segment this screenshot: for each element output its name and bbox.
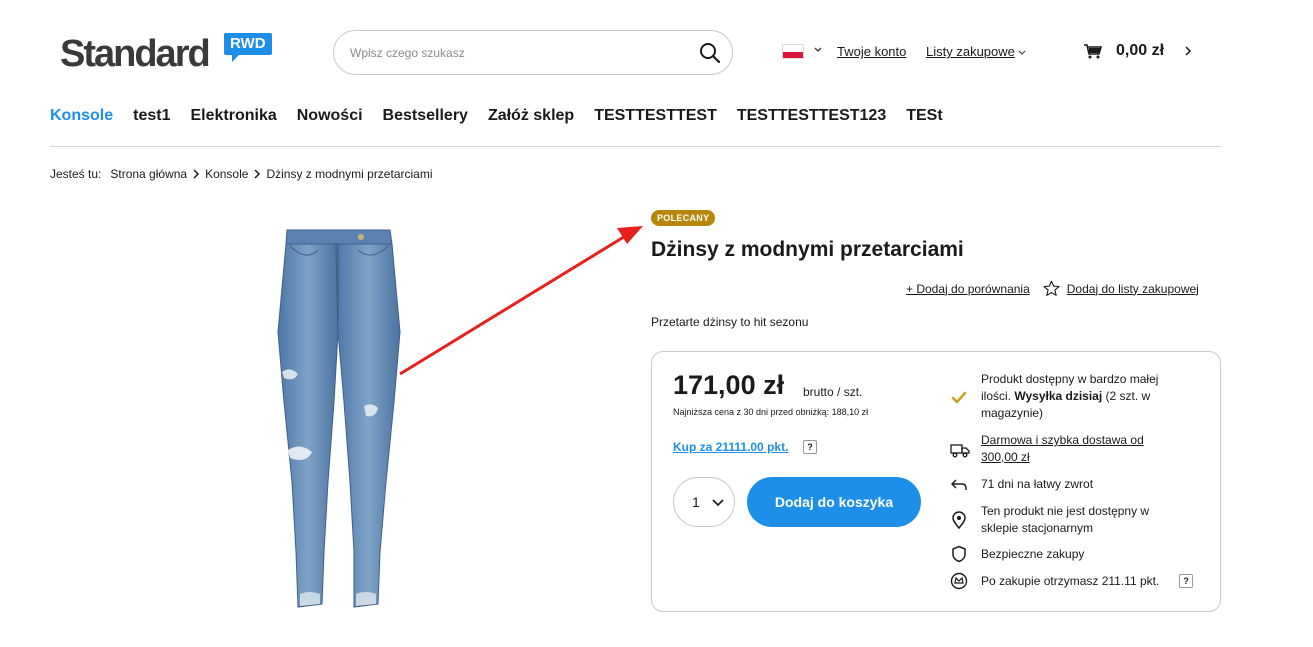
nav-item-konsole[interactable]: Konsole <box>50 107 113 125</box>
shipping-today: Wysyłka dzisiaj <box>1014 389 1103 403</box>
nav-item-test1[interactable]: test1 <box>133 107 170 125</box>
secure-shopping-info: Bezpieczne zakupy <box>981 547 1085 561</box>
breadcrumb-home[interactable]: Strona główna <box>110 167 187 181</box>
shopping-lists-label: Listy zakupowe <box>926 44 1015 59</box>
product-description: Przetarte dżinsy to hit sezonu <box>651 315 809 329</box>
delivery-truck-icon <box>950 444 970 458</box>
logo-badge: RWD <box>224 33 272 62</box>
add-to-compare-link[interactable]: + Dodaj do porównania <box>906 282 1030 296</box>
add-to-shopping-list-link[interactable]: Dodaj do listy zakupowej <box>1067 282 1199 296</box>
nav-divider <box>50 146 1221 147</box>
availability-info: Produkt dostępny w bardzo małej ilości. … <box>981 371 1181 422</box>
search-icon[interactable] <box>698 41 722 65</box>
returns-info: 71 dni na łatwy zwrot <box>981 477 1094 491</box>
cart-total[interactable]: 0,00 zł <box>1116 42 1164 60</box>
breadcrumb-prefix: Jesteś tu: <box>50 167 102 181</box>
add-to-cart-button[interactable]: Dodaj do koszyka <box>747 477 921 527</box>
return-arrow-icon <box>951 479 967 490</box>
location-pin-icon <box>952 511 966 529</box>
recommended-badge: POLECANY <box>651 210 716 226</box>
chevron-right-icon <box>254 169 261 179</box>
nav-item-bestsellery[interactable]: Bestsellery <box>383 107 468 125</box>
product-actions: + Dodaj do porównania Dodaj do listy zak… <box>906 280 1199 297</box>
account-link[interactable]: Twoje konto <box>837 44 906 59</box>
nav-item-testtesttest123[interactable]: TESTTESTTEST123 <box>737 107 886 125</box>
free-delivery-info[interactable]: Darmowa i szybka dostawa od 300,00 zł <box>981 432 1171 466</box>
logo-text: Standard <box>60 33 211 75</box>
chevron-down-icon <box>712 499 724 507</box>
check-icon <box>951 391 967 404</box>
lowest-price-note: Najniższa cena z 30 dni przed obniżką: 1… <box>673 407 869 417</box>
star-icon[interactable] <box>1043 280 1060 297</box>
main-nav: Konsole test1 Elektronika Nowości Bestse… <box>50 107 943 125</box>
breadcrumb: Jesteś tu: Strona główna Konsole Dżinsy … <box>50 167 433 181</box>
breadcrumb-category[interactable]: Konsole <box>205 167 248 181</box>
shopping-lists-link[interactable]: Listy zakupowe <box>926 44 1027 59</box>
breadcrumb-current: Dżinsy z modnymi przetarciami <box>266 167 433 181</box>
chevron-right-icon[interactable] <box>1183 45 1193 57</box>
shield-icon <box>952 545 966 563</box>
nav-item-testtesttest[interactable]: TESTTESTTEST <box>594 107 717 125</box>
search-input[interactable] <box>350 43 680 63</box>
nav-item-test[interactable]: TESt <box>906 107 942 125</box>
product-image[interactable] <box>240 222 430 612</box>
nav-item-zaloz-sklep[interactable]: Załóż sklep <box>488 107 574 125</box>
quantity-value: 1 <box>692 494 700 510</box>
free-delivery-link[interactable]: Darmowa i szybka dostawa od 300,00 zł <box>981 433 1144 464</box>
search-bar <box>333 30 733 75</box>
buy-with-points-link[interactable]: Kup za 21111.00 pkt. <box>673 440 788 454</box>
purchase-box: 171,00 zł brutto / szt. Najniższa cena z… <box>651 351 1221 612</box>
price-unit: brutto / szt. <box>803 385 863 399</box>
quantity-select[interactable]: 1 <box>673 477 735 527</box>
product-title: Dżinsy z modnymi przetarciami <box>651 238 964 261</box>
chevron-down-icon[interactable] <box>812 44 824 56</box>
store-availability-info: Ten produkt nie jest dostępny w sklepie … <box>981 504 1150 535</box>
help-icon[interactable]: ? <box>1179 574 1193 588</box>
points-info: Po zakupie otrzymasz 211.11 pkt. <box>981 574 1160 588</box>
nav-item-nowosci[interactable]: Nowości <box>297 107 363 125</box>
help-icon[interactable]: ? <box>803 440 817 454</box>
loyalty-points-icon <box>950 572 968 590</box>
cart-icon[interactable] <box>1084 43 1102 59</box>
chevron-down-icon <box>1018 50 1026 55</box>
poland-flag-icon[interactable] <box>782 44 804 59</box>
product-price: 171,00 zł <box>673 370 785 400</box>
nav-item-elektronika[interactable]: Elektronika <box>190 107 276 125</box>
chevron-right-icon <box>193 169 200 179</box>
